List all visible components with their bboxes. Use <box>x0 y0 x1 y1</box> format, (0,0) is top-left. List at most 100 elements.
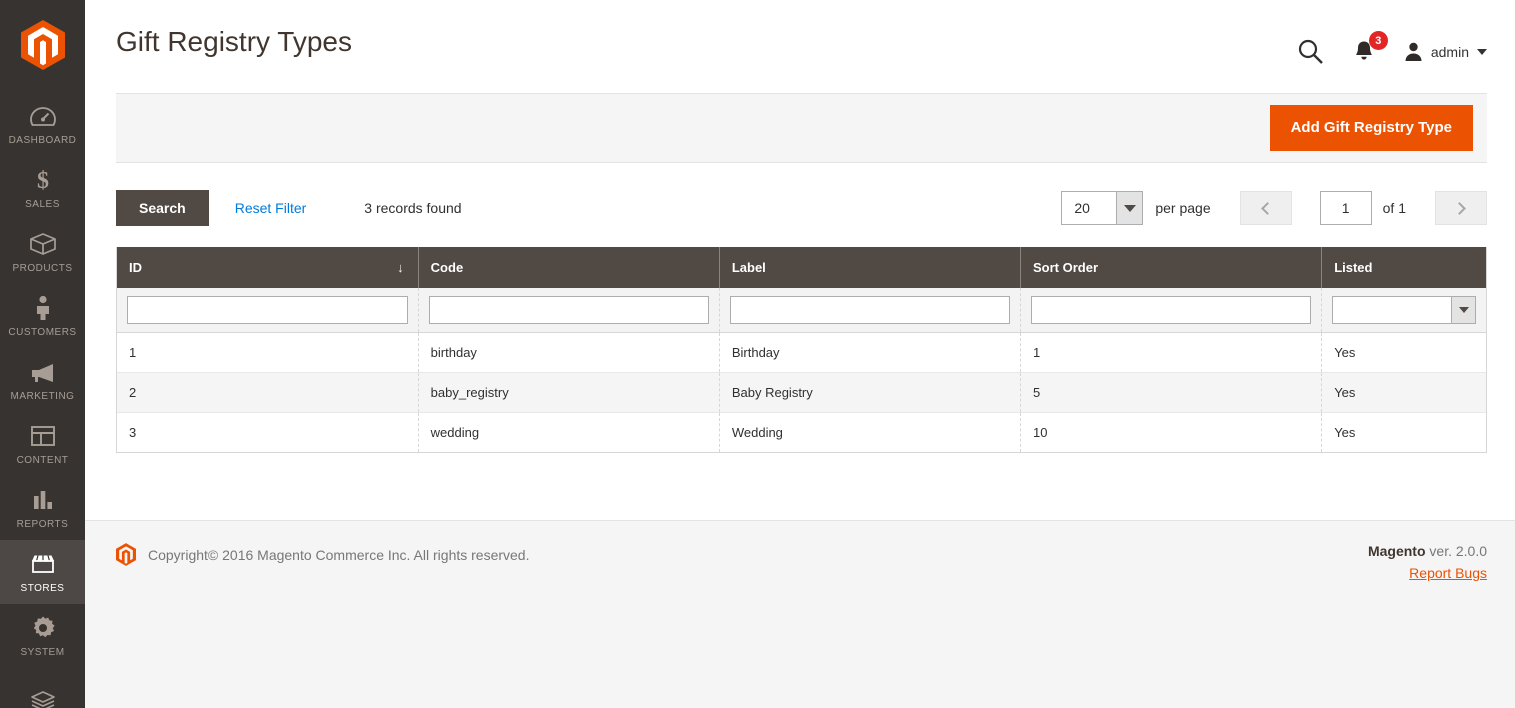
filter-cell-label <box>719 288 1022 333</box>
sort-descending-icon: ↓ <box>397 260 404 275</box>
chevron-down-icon <box>1477 48 1487 55</box>
column-label: Listed <box>1334 260 1373 275</box>
layout-icon <box>28 423 58 449</box>
chevron-right-icon <box>1453 201 1466 215</box>
magento-logo[interactable] <box>20 8 65 84</box>
column-header-sort-order[interactable]: Sort Order <box>1020 247 1323 288</box>
chevron-left-icon <box>1260 201 1274 215</box>
sidebar-item-sales[interactable]: $ SALES <box>0 156 85 220</box>
filter-cell-code <box>418 288 720 333</box>
chevron-down-icon <box>1451 296 1475 323</box>
filter-input-label[interactable] <box>729 295 1011 324</box>
per-page-value: 20 <box>1074 200 1090 216</box>
filter-select-listed[interactable] <box>1332 295 1476 324</box>
box-icon <box>28 231 58 257</box>
column-label: Sort Order <box>1033 260 1099 275</box>
sidebar-item-system[interactable]: SYSTEM <box>0 604 85 668</box>
cell-sort-order: 10 <box>1020 412 1323 452</box>
filter-cell-id <box>117 288 419 333</box>
column-header-id[interactable]: ID ↓ <box>117 247 419 288</box>
cell-listed: Yes <box>1321 332 1486 373</box>
cell-id: 3 <box>117 412 419 452</box>
admin-username: admin <box>1430 43 1469 60</box>
copyright-text: Copyright© 2016 Magento Commerce Inc. Al… <box>148 546 530 563</box>
cell-code: baby_registry <box>418 372 720 413</box>
cell-listed: Yes <box>1321 412 1486 452</box>
sidebar-item-label: PRODUCTS <box>12 263 73 274</box>
main-content: Gift Registry Types 3 admin Add Gift Reg… <box>85 0 1515 708</box>
sidebar-item-content[interactable]: CONTENT <box>0 412 85 476</box>
grid-pagination: 20 per page of 1 <box>1061 191 1487 225</box>
sidebar-item-label: STORES <box>20 583 65 594</box>
sidebar-item-reports[interactable]: REPORTS <box>0 476 85 540</box>
magento-logo-icon <box>20 20 65 70</box>
cell-sort-order: 5 <box>1020 372 1323 413</box>
cell-id: 1 <box>117 332 419 373</box>
filter-input-code[interactable] <box>428 295 709 324</box>
cell-label: Wedding <box>719 412 1022 452</box>
filter-cell-sort-order <box>1020 288 1323 333</box>
column-header-label[interactable]: Label <box>719 247 1022 288</box>
sidebar-item-find-partners[interactable]: FIND PARTNERS & EXTENSIONS <box>0 676 85 708</box>
magento-logo-icon <box>116 543 136 566</box>
filter-select-listed-value <box>1333 297 1451 323</box>
report-bugs-link[interactable]: Report Bugs <box>1368 565 1487 581</box>
cell-label: Birthday <box>719 332 1022 373</box>
grid-filter-row <box>117 288 1486 333</box>
admin-page: DASHBOARD $ SALES PRODUCTS CUSTOMERS MAR… <box>0 0 1515 708</box>
version-line: Magento ver. 2.0.0 <box>1368 543 1487 559</box>
sidebar-item-marketing[interactable]: MARKETING <box>0 348 85 412</box>
storefront-icon <box>28 551 58 577</box>
page-title: Gift Registry Types <box>116 26 353 57</box>
table-row[interactable]: 1 birthday Birthday 1 Yes <box>117 332 1486 373</box>
table-row[interactable]: 2 baby_registry Baby Registry 5 Yes <box>117 372 1486 413</box>
sidebar-item-stores[interactable]: STORES <box>0 540 85 604</box>
admin-user-menu[interactable]: admin <box>1404 42 1487 62</box>
column-header-code[interactable]: Code <box>418 247 720 288</box>
column-header-listed[interactable]: Listed <box>1321 247 1486 288</box>
cell-sort-order: 1 <box>1020 332 1323 373</box>
dashboard-icon <box>28 103 58 129</box>
cell-code: birthday <box>418 332 720 373</box>
table-row[interactable]: 3 wedding Wedding 10 Yes <box>117 412 1486 452</box>
per-page-select[interactable]: 20 <box>1061 191 1144 225</box>
grid-toolbar: Search Reset Filter 3 records found 20 p… <box>116 190 1487 226</box>
reset-filter-link[interactable]: Reset Filter <box>235 200 307 216</box>
sidebar-item-label: CUSTOMERS <box>8 327 77 338</box>
records-found-label: 3 records found <box>364 200 462 216</box>
extension-icon <box>28 687 58 708</box>
page-header: Gift Registry Types 3 admin <box>85 0 1515 65</box>
page-number-input[interactable] <box>1319 191 1372 225</box>
add-gift-registry-type-button[interactable]: Add Gift Registry Type <box>1269 105 1473 151</box>
search-button[interactable]: Search <box>116 190 209 226</box>
filter-input-id[interactable] <box>127 295 408 324</box>
sidebar-item-label: DASHBOARD <box>8 135 77 146</box>
search-icon[interactable] <box>1297 38 1324 65</box>
column-label: Label <box>731 260 766 275</box>
dollar-icon: $ <box>28 167 58 193</box>
gear-icon <box>28 615 58 641</box>
sidebar-item-products[interactable]: PRODUCTS <box>0 220 85 284</box>
page-footer: Copyright© 2016 Magento Commerce Inc. Al… <box>85 520 1515 708</box>
previous-page-button[interactable] <box>1239 191 1292 225</box>
sidebar-item-dashboard[interactable]: DASHBOARD <box>0 92 85 156</box>
footer-left: Copyright© 2016 Magento Commerce Inc. Al… <box>116 543 530 566</box>
column-label: Code <box>430 260 464 275</box>
sidebar-item-customers[interactable]: CUSTOMERS <box>0 284 85 348</box>
total-pages-label: of 1 <box>1382 200 1406 216</box>
chevron-down-icon <box>1116 192 1143 224</box>
cell-id: 2 <box>117 372 419 413</box>
version-number: ver. 2.0.0 <box>1425 543 1487 559</box>
grid-header-row: ID ↓ Code Label Sort Order Listed <box>117 247 1486 288</box>
filter-input-sort-order[interactable] <box>1031 295 1312 324</box>
megaphone-icon <box>28 359 58 385</box>
avatar <box>1405 42 1422 61</box>
footer-right: Magento ver. 2.0.0 Report Bugs <box>1368 543 1487 581</box>
notifications-button[interactable]: 3 <box>1352 31 1388 64</box>
bar-chart-icon <box>28 487 58 513</box>
person-icon <box>28 295 58 321</box>
sidebar-item-label: MARKETING <box>10 391 75 402</box>
brand-name: Magento <box>1367 543 1426 559</box>
next-page-button[interactable] <box>1435 191 1487 225</box>
